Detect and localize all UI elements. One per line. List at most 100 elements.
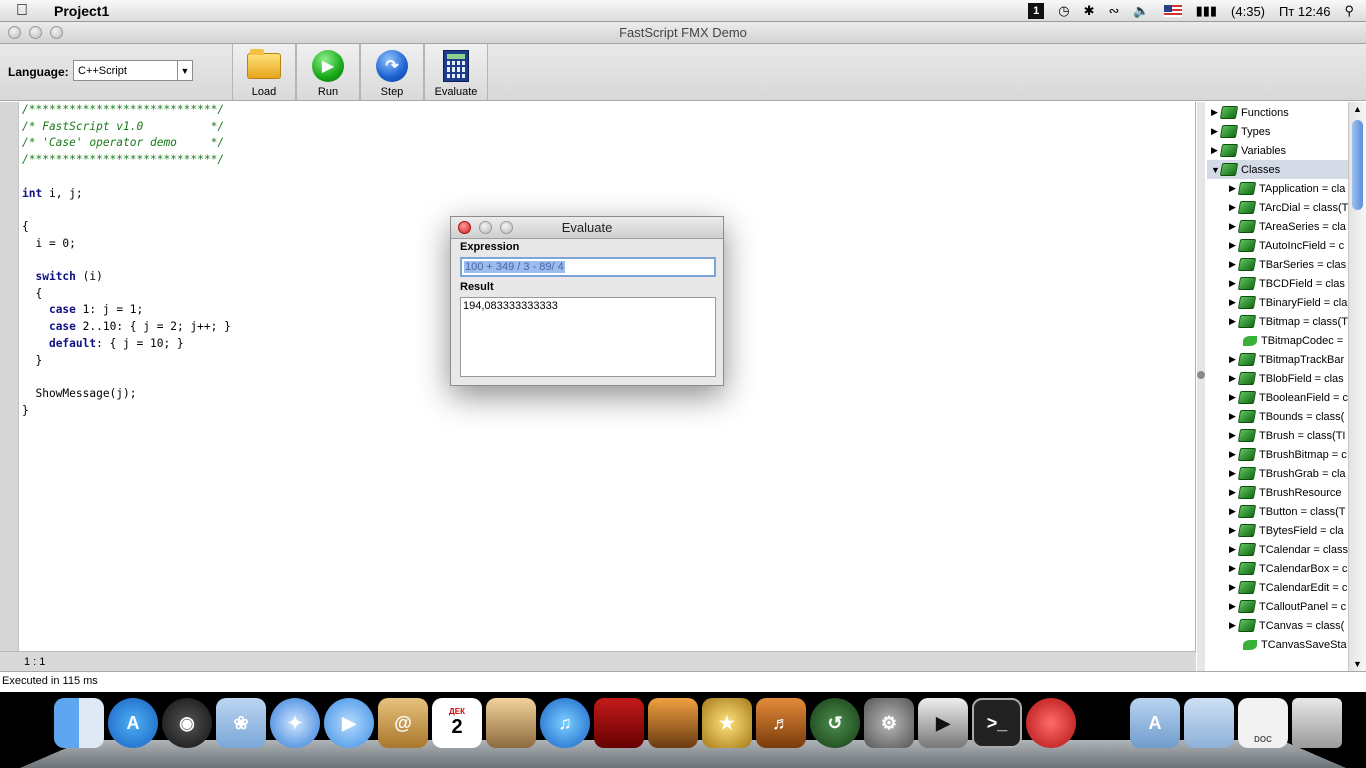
tree-scrollbar[interactable]: ▲ ▼ bbox=[1348, 102, 1366, 671]
tree-class-item[interactable]: ▶ TApplication = cla bbox=[1229, 179, 1345, 198]
volume-icon[interactable]: 🔈 bbox=[1133, 3, 1149, 19]
tree-class-item[interactable]: ▶ TAutoIncField = c bbox=[1229, 236, 1344, 255]
tree-node-functions[interactable]: ▶ Functions bbox=[1207, 103, 1348, 122]
system-preferences-icon[interactable]: ⚙ bbox=[864, 698, 914, 748]
code-line[interactable]: { bbox=[22, 219, 231, 236]
tree-class-item[interactable]: ▶ TCanvas = class( bbox=[1229, 616, 1344, 635]
app-store-icon[interactable]: A bbox=[108, 698, 158, 748]
class-tree[interactable]: ▶ Functions ▶ Types ▶ Variables ▼ Classes ▶ TAppl… bbox=[1205, 102, 1366, 671]
quicktime-icon[interactable]: ▶ bbox=[918, 698, 968, 748]
tree-class-item[interactable]: ▶ TBytesField = cla bbox=[1229, 521, 1344, 540]
time-machine-dock-icon[interactable]: ↺ bbox=[810, 698, 860, 748]
zoom-button[interactable] bbox=[50, 26, 63, 39]
app-menu[interactable]: Project1 bbox=[54, 3, 109, 19]
calendar-icon[interactable]: ДЕК 2 bbox=[432, 698, 482, 748]
splitter-handle[interactable] bbox=[1197, 102, 1205, 671]
applications-folder-icon[interactable]: A bbox=[1130, 698, 1180, 748]
code-line[interactable]: /****************************/ bbox=[22, 152, 231, 169]
tree-class-item[interactable]: TBitmapCodec = bbox=[1229, 331, 1343, 350]
tree-class-item[interactable]: ▶ TBrush = class(TI bbox=[1229, 426, 1346, 445]
battery-icon[interactable]: ▮▮▮ bbox=[1196, 3, 1217, 19]
photo-booth-icon[interactable] bbox=[594, 698, 644, 748]
tree-class-item[interactable]: ▶ TBitmapTrackBar bbox=[1229, 350, 1344, 369]
finder-icon[interactable] bbox=[54, 698, 104, 748]
code-text[interactable]: /****************************//* FastScr… bbox=[22, 102, 231, 419]
tree-class-item[interactable]: ▶ TBrushResource bbox=[1229, 483, 1342, 502]
document-stack-icon[interactable]: DOC bbox=[1238, 698, 1288, 748]
code-line[interactable]: default: { j = 10; } bbox=[22, 336, 231, 353]
tree-class-item[interactable]: ▶ TBitmap = class(T bbox=[1229, 312, 1348, 331]
time-machine-icon[interactable]: ◷ bbox=[1058, 3, 1069, 19]
tree-node-variables[interactable]: ▶ Variables bbox=[1207, 141, 1348, 160]
code-line[interactable] bbox=[22, 369, 231, 386]
code-line[interactable]: /* FastScript v1.0 */ bbox=[22, 119, 231, 136]
tree-class-item[interactable]: ▶ TCalendarEdit = c bbox=[1229, 578, 1347, 597]
input-source-flag-icon[interactable] bbox=[1163, 5, 1182, 17]
facetime-icon[interactable]: ▶ bbox=[324, 698, 374, 748]
tree-class-item[interactable]: ▶ TBrushGrab = cla bbox=[1229, 464, 1346, 483]
battery-time[interactable]: (4:35) bbox=[1231, 4, 1265, 19]
safari-icon[interactable]: ✦ bbox=[270, 698, 320, 748]
tree-class-item[interactable]: TCanvasSaveSta bbox=[1229, 635, 1347, 654]
tree-class-item[interactable]: ▶ TCalloutPanel = c bbox=[1229, 597, 1346, 616]
terminal-icon[interactable]: >_ bbox=[972, 698, 1022, 748]
close-button[interactable] bbox=[8, 26, 21, 39]
tree-node-types[interactable]: ▶ Types bbox=[1207, 122, 1348, 141]
apple-menu-icon[interactable]:  bbox=[16, 2, 46, 20]
delphi-icon[interactable] bbox=[1026, 698, 1076, 748]
code-line[interactable]: switch (i) bbox=[22, 269, 231, 286]
code-line[interactable] bbox=[22, 169, 231, 186]
tree-class-item[interactable]: ▶ TBarSeries = clas bbox=[1229, 255, 1346, 274]
tree-class-item[interactable]: ▶ TBrushBitmap = c bbox=[1229, 445, 1347, 464]
tree-class-item[interactable]: ▶ TBCDField = clas bbox=[1229, 274, 1345, 293]
scrollbar-thumb[interactable] bbox=[1352, 120, 1363, 210]
code-line[interactable]: i = 0; bbox=[22, 236, 231, 253]
dialog-minimize-button[interactable] bbox=[479, 221, 492, 234]
language-select[interactable]: C++Script ▼ bbox=[73, 60, 193, 81]
window-titlebar[interactable]: FastScript FMX Demo bbox=[0, 22, 1366, 44]
address-book-icon[interactable]: @ bbox=[378, 698, 428, 748]
tree-class-item[interactable]: ▶ TAreaSeries = cla bbox=[1229, 217, 1346, 236]
load-button[interactable]: Load bbox=[232, 44, 296, 100]
code-line[interactable] bbox=[22, 252, 231, 269]
code-line[interactable]: ShowMessage(j); bbox=[22, 386, 231, 403]
dialog-close-button[interactable] bbox=[458, 221, 471, 234]
minimize-button[interactable] bbox=[29, 26, 42, 39]
run-button[interactable]: ▶ Run bbox=[296, 44, 360, 100]
dialog-zoom-button[interactable] bbox=[500, 221, 513, 234]
bluetooth-icon[interactable]: ✱ bbox=[1084, 3, 1095, 19]
code-line[interactable]: /* 'Case' operator demo */ bbox=[22, 135, 231, 152]
tree-class-item[interactable]: ▶ TArcDial = class(T bbox=[1229, 198, 1348, 217]
evaluate-button[interactable]: Evaluate bbox=[424, 44, 488, 100]
spotlight-search-icon[interactable]: ⚲ bbox=[1344, 3, 1354, 19]
tree-class-item[interactable]: ▶ TButton = class(T bbox=[1229, 502, 1346, 521]
wifi-icon[interactable]: ∾ bbox=[1108, 3, 1119, 19]
tree-class-item[interactable]: ▶ TBlobField = clas bbox=[1229, 369, 1344, 388]
tree-class-item[interactable]: ▶ TBounds = class( bbox=[1229, 407, 1344, 426]
code-line[interactable]: case 1: j = 1; bbox=[22, 302, 231, 319]
documents-folder-icon[interactable] bbox=[1184, 698, 1234, 748]
result-box[interactable]: 194,083333333333 bbox=[460, 297, 716, 377]
dialog-titlebar[interactable]: Evaluate bbox=[451, 217, 723, 239]
trash-icon[interactable] bbox=[1292, 698, 1342, 748]
menu-clock[interactable]: Пт 12:46 bbox=[1279, 4, 1330, 19]
dashboard-icon[interactable]: ◉ bbox=[162, 698, 212, 748]
imovie-icon[interactable]: ★ bbox=[702, 698, 752, 748]
iphoto-icon[interactable] bbox=[648, 698, 698, 748]
chevron-down-icon[interactable]: ▼ bbox=[177, 61, 192, 80]
scroll-up-arrow-icon[interactable]: ▲ bbox=[1353, 104, 1362, 114]
code-line[interactable]: { bbox=[22, 286, 231, 303]
code-line[interactable]: case 2..10: { j = 2; j++; } bbox=[22, 319, 231, 336]
code-line[interactable]: /****************************/ bbox=[22, 102, 231, 119]
keyboard-layout-icon[interactable]: 1 bbox=[1028, 3, 1045, 19]
tree-class-item[interactable]: ▶ TCalendar = class bbox=[1229, 540, 1348, 559]
preview-photos-icon[interactable] bbox=[486, 698, 536, 748]
code-line[interactable] bbox=[22, 202, 231, 219]
expression-input[interactable]: 100 + 349 / 3 - 89/ 4 bbox=[460, 257, 716, 277]
tree-class-item[interactable]: ▶ TCalendarBox = c bbox=[1229, 559, 1347, 578]
mail-stamp-icon[interactable]: ❀ bbox=[216, 698, 266, 748]
itunes-icon[interactable]: ♫ bbox=[540, 698, 590, 748]
tree-node-classes[interactable]: ▼ Classes bbox=[1207, 160, 1348, 179]
tree-class-item[interactable]: ▶ TBooleanField = c bbox=[1229, 388, 1348, 407]
code-line[interactable]: } bbox=[22, 403, 231, 420]
